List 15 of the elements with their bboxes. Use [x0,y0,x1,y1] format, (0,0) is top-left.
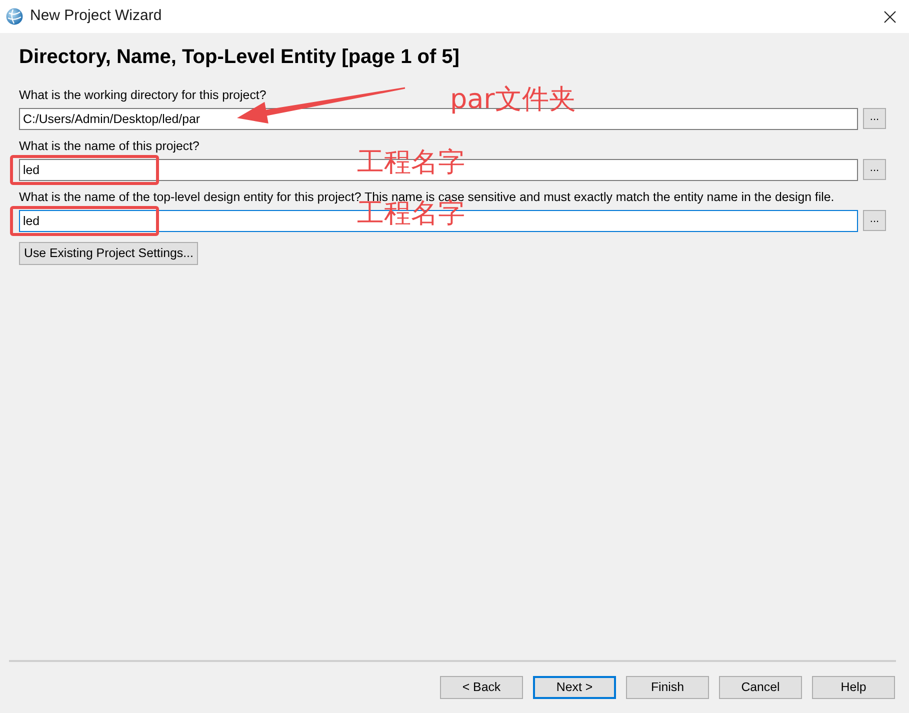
close-icon[interactable] [884,10,896,22]
wizard-button[interactable]: Help [812,676,895,699]
browse-button[interactable]: ... [863,108,886,129]
field-label: What is the name of this project? [19,139,200,154]
wizard-button[interactable]: Next > [533,676,616,699]
wizard-button[interactable]: Cancel [719,676,802,699]
globe-icon [6,8,23,25]
browse-button[interactable]: ... [863,210,886,231]
use-existing-settings-button[interactable]: Use Existing Project Settings... [19,242,198,265]
wizard-button[interactable]: < Back [440,676,523,699]
wizard-button[interactable]: Finish [626,676,709,699]
field-label: What is the working directory for this project? [19,88,266,103]
window-title: New Project Wizard [30,6,162,26]
browse-button[interactable]: ... [863,159,886,180]
page-heading: Directory, Name, Top-Level Entity [page 1 of 5] [19,45,460,69]
